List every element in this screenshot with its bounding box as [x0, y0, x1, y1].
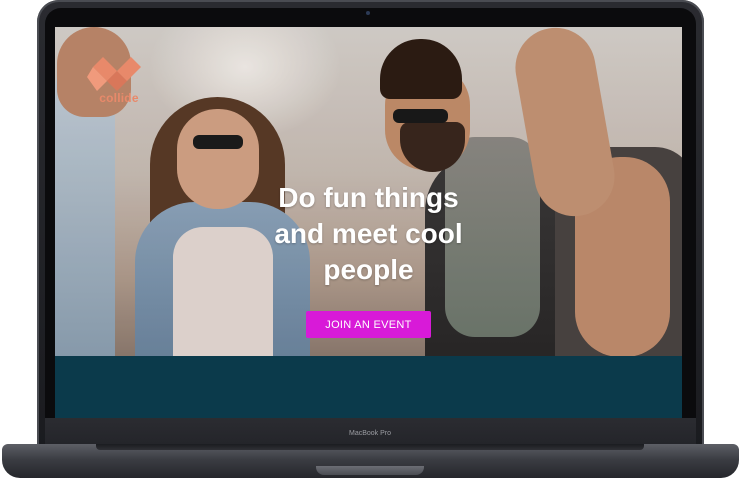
hero-headline: Do fun things and meet cool people — [205, 180, 532, 288]
headline-line: and meet cool — [274, 218, 463, 249]
headline-line: Do fun things — [278, 182, 459, 213]
laptop-mockup: collide Do fun things and meet cool peop… — [0, 0, 741, 490]
trackpad-notch — [316, 466, 424, 475]
join-event-button[interactable]: JOIN AN EVENT — [306, 311, 431, 338]
logo-text: collide — [99, 91, 139, 105]
keyboard-edge — [96, 444, 644, 450]
model-label: MacBook Pro — [348, 430, 392, 437]
collide-logo-icon — [87, 57, 141, 91]
hero-section: collide Do fun things and meet cool peop… — [55, 27, 682, 356]
camera-icon — [366, 11, 370, 15]
headline-line: people — [323, 254, 414, 285]
collide-logo[interactable]: collide — [87, 57, 147, 109]
website-screen: collide Do fun things and meet cool peop… — [55, 27, 682, 418]
